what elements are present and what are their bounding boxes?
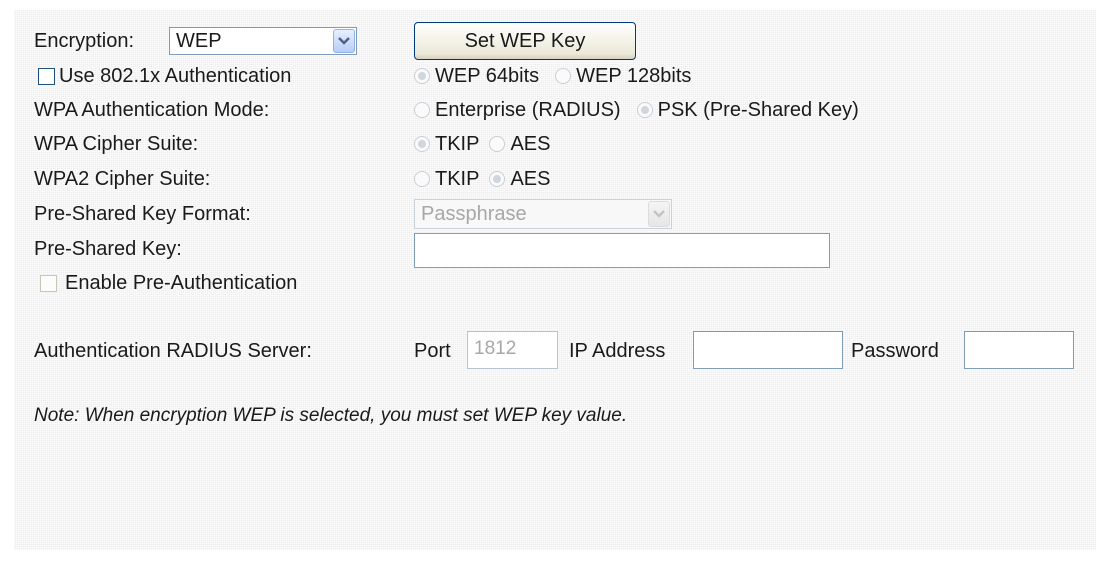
port-input[interactable]: 1812 — [467, 331, 558, 369]
set-wep-key-button[interactable]: Set WEP Key — [414, 22, 636, 60]
wpa-cipher-row: WPA Cipher Suite: TKIP AES — [14, 127, 1096, 161]
wpa-tkip-radio[interactable] — [414, 136, 430, 152]
psk-label: PSK (Pre-Shared Key) — [657, 98, 859, 121]
wpa2-tkip-radio[interactable] — [414, 171, 430, 187]
wpa2-aes-radio[interactable] — [489, 171, 506, 187]
wep-64bits-label: WEP 64bits — [435, 64, 540, 87]
psk-row: Pre-Shared Key: — [14, 232, 1096, 268]
encryption-row: Encryption: WEP Set WEP Key — [14, 22, 1096, 60]
use-8021x-row: Use 802.1x Authentication WEP 64bits WEP… — [14, 59, 1096, 93]
wpa-auth-mode-options: Enterprise (RADIUS) PSK (Pre-Shared Key) — [414, 93, 875, 127]
enterprise-radius-radio[interactable] — [414, 102, 430, 118]
pre-auth-wrap: Enable Pre-Authentication — [40, 266, 297, 300]
wep-note: Note: When encryption WEP is selected, y… — [34, 405, 628, 426]
psk-format-label: Pre-Shared Key Format: — [34, 203, 251, 225]
password-input[interactable] — [964, 331, 1074, 369]
encryption-select[interactable]: WEP — [169, 27, 357, 55]
psk-format-select-value: Passphrase — [421, 203, 527, 225]
ip-address-input[interactable] — [693, 331, 843, 369]
wpa-tkip-label: TKIP — [435, 132, 480, 155]
wep-128bits-radio[interactable] — [555, 68, 572, 84]
wpa-cipher-label: WPA Cipher Suite: — [34, 133, 199, 155]
wpa2-aes-label: AES — [510, 167, 551, 190]
use-8021x-wrap: Use 802.1x Authentication — [38, 59, 291, 93]
encryption-label: Encryption: — [34, 30, 135, 52]
radius-row: Authentication RADIUS Server: Port 1812 … — [14, 331, 1096, 369]
psk-format-row: Pre-Shared Key Format: Passphrase — [14, 197, 1096, 231]
chevron-down-icon — [648, 201, 670, 227]
psk-input[interactable] — [414, 233, 830, 268]
wpa-aes-radio[interactable] — [489, 136, 506, 152]
psk-key-label: Pre-Shared Key: — [34, 238, 182, 260]
password-label: Password — [851, 340, 939, 362]
wpa2-tkip-label: TKIP — [435, 167, 480, 190]
wpa-aes-label: AES — [510, 132, 551, 155]
wireless-security-panel: Encryption: WEP Set WEP Key Use 802.1x A… — [14, 10, 1096, 550]
pre-auth-checkbox[interactable] — [40, 274, 57, 292]
use-8021x-checkbox[interactable] — [38, 67, 55, 85]
wpa-auth-mode-label: WPA Authentication Mode: — [34, 99, 270, 121]
wep-64bits-radio[interactable] — [414, 68, 430, 84]
pre-auth-label: Enable Pre-Authentication — [65, 272, 298, 294]
wep-bits-options: WEP 64bits WEP 128bits — [414, 59, 707, 93]
use-8021x-label: Use 802.1x Authentication — [59, 65, 292, 87]
enterprise-radius-label: Enterprise (RADIUS) — [435, 98, 621, 121]
chevron-down-icon — [333, 29, 355, 53]
pre-auth-row: Enable Pre-Authentication — [14, 266, 1096, 300]
wpa2-cipher-label: WPA2 Cipher Suite: — [34, 168, 211, 190]
ip-address-label: IP Address — [569, 340, 666, 362]
radius-label: Authentication RADIUS Server: — [34, 340, 312, 362]
port-label: Port — [414, 340, 451, 362]
wpa-cipher-options: TKIP AES — [414, 127, 566, 161]
wep-128bits-label: WEP 128bits — [576, 64, 692, 87]
psk-radio[interactable] — [636, 102, 653, 118]
wpa-auth-mode-row: WPA Authentication Mode: Enterprise (RAD… — [14, 93, 1096, 127]
psk-format-select[interactable]: Passphrase — [414, 199, 672, 229]
encryption-select-value: WEP — [176, 30, 222, 52]
wpa2-cipher-row: WPA2 Cipher Suite: TKIP AES — [14, 162, 1096, 196]
wpa2-cipher-options: TKIP AES — [414, 162, 566, 196]
